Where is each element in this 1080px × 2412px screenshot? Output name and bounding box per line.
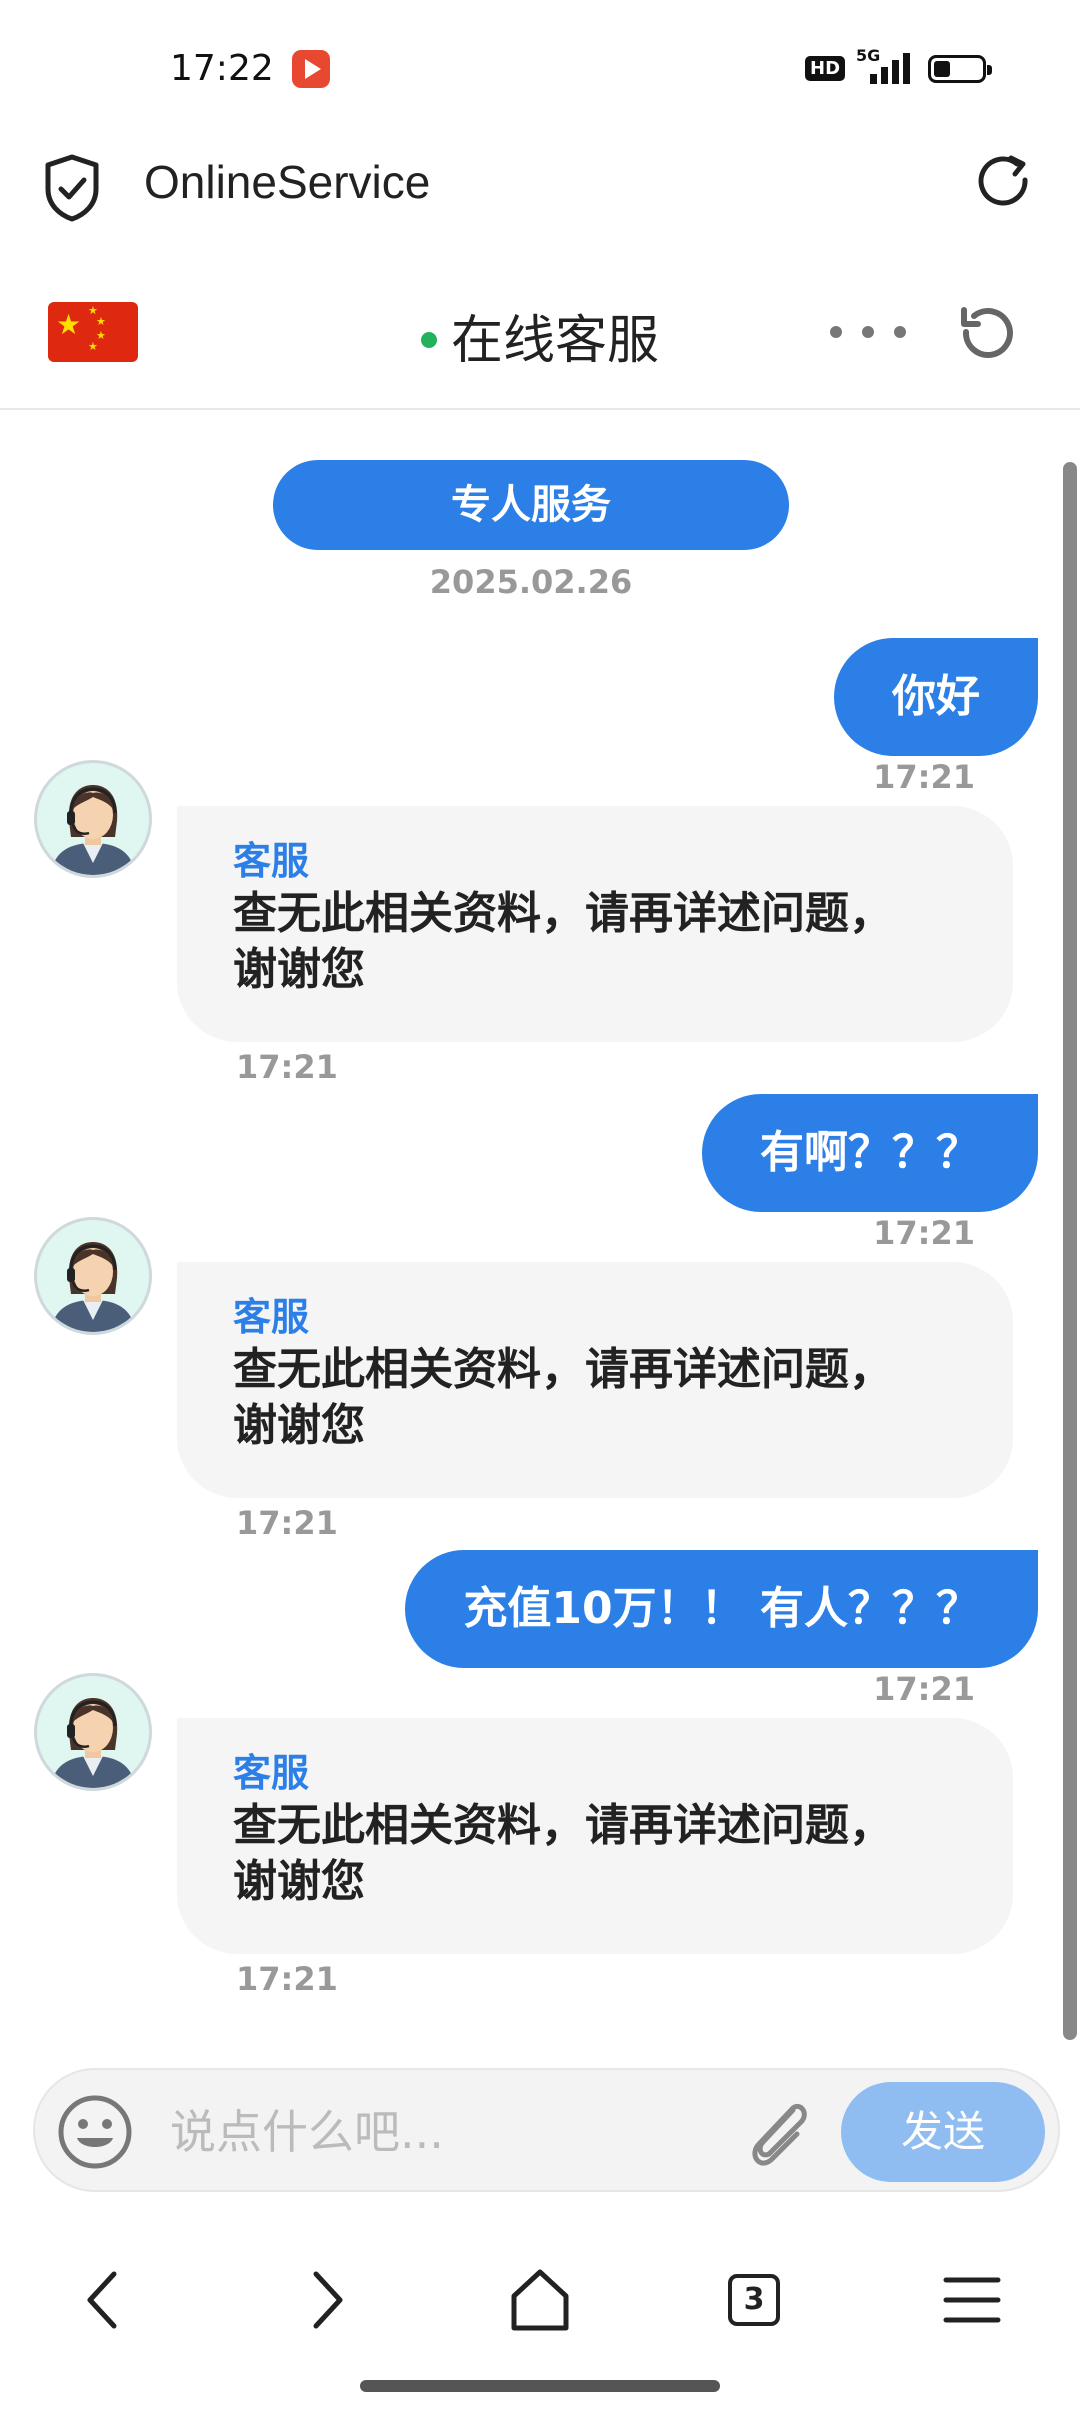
battery-icon bbox=[928, 55, 992, 83]
browser-bar: OnlineService bbox=[0, 140, 1080, 270]
message-time: 17:21 bbox=[873, 1214, 975, 1252]
message-composer: 发送 bbox=[33, 2068, 1060, 2192]
support-agent-icon bbox=[51, 785, 135, 875]
hd-icon: HD bbox=[805, 56, 846, 81]
tab-count: 3 bbox=[728, 2274, 780, 2326]
status-time: 17:22 bbox=[170, 48, 274, 89]
online-status-dot bbox=[420, 332, 437, 348]
video-app-icon bbox=[292, 50, 330, 88]
agent-avatar bbox=[34, 1673, 152, 1791]
battery-level bbox=[934, 61, 950, 77]
agent-name: 客服 bbox=[233, 1751, 310, 1795]
tabs-button[interactable]: 3 bbox=[714, 2260, 794, 2340]
signal-icon bbox=[870, 52, 910, 84]
agent-name: 客服 bbox=[233, 839, 310, 883]
status-bar: 17:22 HD 5G bbox=[0, 0, 1080, 140]
agent-name: 客服 bbox=[233, 1295, 310, 1339]
message-time: 17:21 bbox=[873, 758, 975, 796]
forward-icon[interactable] bbox=[284, 2260, 364, 2340]
home-icon[interactable] bbox=[500, 2260, 580, 2340]
chat-header: ★ ★ ★ ★ ★ 在线客服 bbox=[0, 270, 1080, 410]
message-text: 查无此相关资料，请再详述问题， bbox=[233, 1800, 893, 1851]
emoji-icon[interactable] bbox=[55, 2092, 135, 2172]
agent-message: 客服 查无此相关资料，请再详述问题， 谢谢您 bbox=[177, 806, 1013, 1042]
page-title: OnlineService bbox=[144, 156, 431, 208]
agent-message: 客服 查无此相关资料，请再详述问题， 谢谢您 bbox=[177, 1718, 1013, 1954]
scrollbar[interactable] bbox=[1063, 462, 1077, 2040]
message-text: 你好 bbox=[892, 671, 980, 722]
support-agent-icon bbox=[51, 1698, 135, 1788]
chat-title-wrap: 在线客服 bbox=[0, 298, 1080, 373]
message-time: 17:21 bbox=[236, 1960, 338, 1998]
message-text: 充值10万！！ 有人？？？ bbox=[463, 1583, 980, 1634]
send-button[interactable]: 发送 bbox=[841, 2082, 1045, 2182]
message-time: 17:21 bbox=[873, 1670, 975, 1708]
message-input[interactable] bbox=[170, 2092, 750, 2172]
chat-title: 在线客服 bbox=[450, 311, 659, 371]
user-message: 充值10万！！ 有人？？？ bbox=[405, 1550, 1038, 1668]
browser-nav-bar: 3 bbox=[0, 2230, 1080, 2360]
more-options-icon[interactable] bbox=[830, 326, 906, 340]
user-message: 有啊？？？ bbox=[702, 1094, 1038, 1212]
refresh-icon[interactable] bbox=[954, 302, 1018, 366]
shield-check-icon[interactable] bbox=[42, 153, 102, 223]
message-text: 谢谢您 bbox=[233, 1400, 365, 1451]
message-time: 17:21 bbox=[236, 1048, 338, 1086]
message-text: 谢谢您 bbox=[233, 1856, 365, 1907]
message-time: 17:21 bbox=[236, 1504, 338, 1542]
date-divider: 2025.02.26 bbox=[429, 563, 633, 601]
message-text: 查无此相关资料，请再详述问题， bbox=[233, 888, 893, 939]
agent-avatar bbox=[34, 760, 152, 878]
support-agent-icon bbox=[51, 1242, 135, 1332]
menu-icon[interactable] bbox=[932, 2260, 1012, 2340]
reload-icon[interactable] bbox=[975, 152, 1035, 212]
back-icon[interactable] bbox=[66, 2260, 146, 2340]
paperclip-icon[interactable] bbox=[735, 2088, 823, 2176]
dedicated-service-button[interactable]: 专人服务 bbox=[273, 460, 789, 550]
agent-message: 客服 查无此相关资料，请再详述问题， 谢谢您 bbox=[177, 1262, 1013, 1498]
user-message: 你好 bbox=[834, 638, 1038, 756]
message-text: 有啊？？？ bbox=[760, 1127, 980, 1178]
message-text: 查无此相关资料，请再详述问题， bbox=[233, 1344, 893, 1395]
agent-avatar bbox=[34, 1217, 152, 1335]
message-text: 谢谢您 bbox=[233, 944, 365, 995]
home-indicator[interactable] bbox=[360, 2380, 720, 2392]
